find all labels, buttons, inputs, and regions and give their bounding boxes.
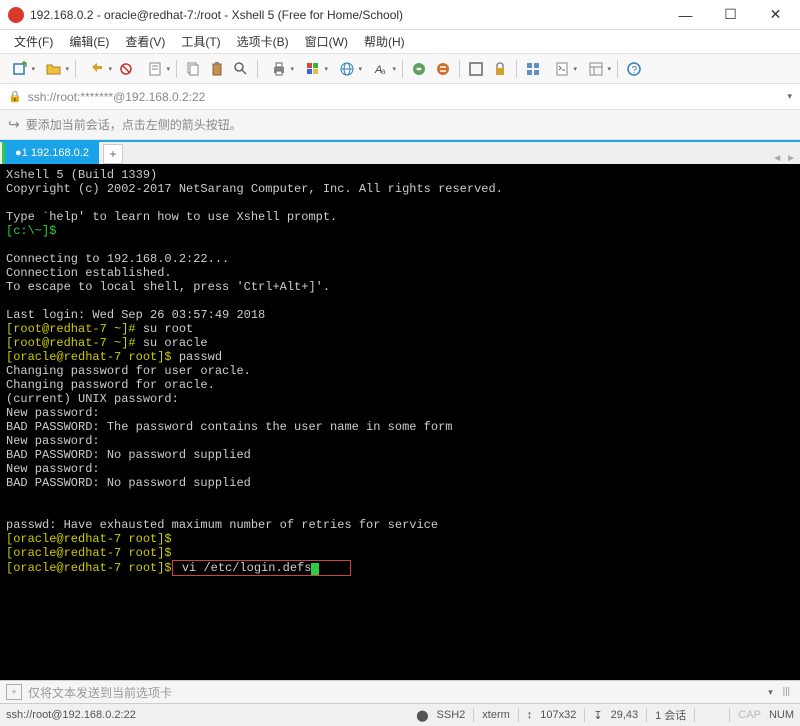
title-bar: 192.168.0.2 - oracle@redhat-7:/root - Xs… (0, 0, 800, 30)
tab-prev-icon[interactable]: ◄ (772, 153, 782, 164)
disconnect-button[interactable] (115, 58, 137, 80)
script-button[interactable] (546, 58, 578, 80)
address-url: ssh://root:*******@192.168.0.2:22 (28, 90, 206, 104)
menu-file[interactable]: 文件(F) (8, 31, 59, 52)
svg-text:a: a (381, 67, 386, 76)
pos-icon: ↧ (593, 709, 602, 722)
status-cap: CAP (738, 709, 761, 721)
send-add-button[interactable]: + (6, 684, 22, 700)
encoding-button[interactable] (331, 58, 363, 80)
font-button[interactable]: Aa (365, 58, 397, 80)
window-controls: — ☐ ✕ (663, 1, 798, 29)
layout-button[interactable] (580, 58, 612, 80)
hint-text: 要添加当前会话，点击左侧的箭头按钮。 (26, 116, 242, 133)
separator (176, 60, 177, 78)
menu-tab[interactable]: 选项卡(B) (231, 31, 295, 52)
menu-edit[interactable]: 编辑(E) (63, 31, 115, 52)
status-ssh: SSH2 (437, 709, 466, 721)
paste-button[interactable] (206, 58, 228, 80)
address-dropdown-icon[interactable]: ▾ (787, 91, 792, 102)
status-num: NUM (769, 709, 794, 721)
lock-button[interactable] (489, 58, 511, 80)
minimize-button[interactable]: — (663, 1, 708, 29)
fullscreen-button[interactable] (465, 58, 487, 80)
terminal[interactable]: Xshell 5 (Build 1339) Copyright (c) 2002… (0, 164, 800, 680)
separator (617, 60, 618, 78)
separator (516, 60, 517, 78)
menu-help[interactable]: 帮助(H) (358, 31, 411, 52)
separator (402, 60, 403, 78)
xftp-button[interactable] (432, 58, 454, 80)
app-icon (8, 7, 24, 23)
status-connection: ssh://root@192.168.0.2:22 (6, 709, 136, 721)
send-bar: + 仅将文本发送到当前选项卡 ▾ ꘡꘡꘡ (0, 680, 800, 704)
close-button[interactable]: ✕ (753, 1, 798, 29)
toolbar: Aa ? (0, 54, 800, 84)
status-size: 107x32 (540, 709, 576, 721)
status-sessions: 1 会话 (655, 707, 686, 723)
properties-button[interactable] (139, 58, 171, 80)
address-bar[interactable]: 🔒 ssh://root:*******@192.168.0.2:22 ▾ (0, 84, 800, 110)
tile-button[interactable] (522, 58, 544, 80)
svg-text:?: ? (632, 65, 638, 76)
print-button[interactable] (263, 58, 295, 80)
size-icon: ↕ (527, 709, 533, 721)
help-button[interactable]: ? (623, 58, 645, 80)
menu-tools[interactable]: 工具(T) (175, 31, 226, 52)
maximize-button[interactable]: ☐ (708, 1, 753, 29)
window-title: 192.168.0.2 - oracle@redhat-7:/root - Xs… (30, 8, 663, 22)
tab-add-button[interactable]: + (103, 144, 123, 164)
color-scheme-button[interactable] (297, 58, 329, 80)
tab-nav: ◄ ► (772, 153, 796, 164)
separator (459, 60, 460, 78)
separator (257, 60, 258, 78)
tab-label: 1 192.168.0.2 (22, 147, 89, 159)
hint-arrow-icon[interactable]: ↪ (8, 116, 20, 133)
menu-bar: 文件(F) 编辑(E) 查看(V) 工具(T) 选项卡(B) 窗口(W) 帮助(… (0, 30, 800, 54)
menu-window[interactable]: 窗口(W) (299, 31, 354, 52)
send-placeholder[interactable]: 仅将文本发送到当前选项卡 (28, 684, 172, 701)
highlighted-command: vi /etc/login.defs (172, 560, 352, 576)
hint-bar: ↪ 要添加当前会话，点击左侧的箭头按钮。 (0, 110, 800, 140)
tab-next-icon[interactable]: ► (786, 153, 796, 164)
send-dropdown-icon[interactable]: ▾ (768, 687, 773, 698)
open-button[interactable] (38, 58, 70, 80)
ssh-icon: ⬤ (416, 709, 428, 722)
send-close-button[interactable]: ꘡꘡꘡ (779, 685, 794, 700)
status-term: xterm (482, 709, 510, 721)
menu-view[interactable]: 查看(V) (119, 31, 171, 52)
reconnect-button[interactable] (81, 58, 113, 80)
xagent-button[interactable] (408, 58, 430, 80)
separator (75, 60, 76, 78)
find-button[interactable] (230, 58, 252, 80)
status-pos: 29,43 (611, 709, 639, 721)
lock-icon: 🔒 (8, 90, 22, 103)
copy-button[interactable] (182, 58, 204, 80)
new-session-button[interactable] (4, 58, 36, 80)
cursor (311, 563, 319, 575)
tab-bar: ● 1 192.168.0.2 + ◄ ► (0, 140, 800, 164)
tab-active[interactable]: ● 1 192.168.0.2 (2, 142, 99, 164)
status-bar: ssh://root@192.168.0.2:22 ⬤ SSH2 xterm ↕… (0, 704, 800, 726)
